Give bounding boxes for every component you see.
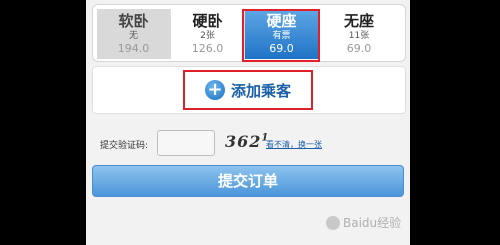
add-passenger-panel: + 添加乘客 bbox=[92, 66, 406, 114]
add-passenger-label: 添加乘客 bbox=[230, 81, 291, 100]
seat-tab-soft-sleeper[interactable]: 软卧 无 194.0 bbox=[97, 9, 171, 59]
seat-price: 69.0 bbox=[346, 42, 372, 55]
add-passenger-button[interactable]: + 添加乘客 bbox=[183, 70, 313, 110]
captcha-row: 提交验证码: 3621 看不清，换一张 bbox=[100, 128, 400, 158]
captcha-refresh-link[interactable]: 看不清，换一张 bbox=[266, 139, 322, 150]
seat-availability: 无 bbox=[128, 31, 138, 41]
seat-price: 126.0 bbox=[191, 42, 224, 55]
watermark: Baidu经验 bbox=[326, 214, 401, 231]
seat-name: 硬卧 bbox=[192, 12, 223, 30]
seat-tab-hard-sleeper[interactable]: 硬卧 2张 126.0 bbox=[171, 9, 245, 59]
seat-price: 194.0 bbox=[117, 42, 150, 55]
seat-availability: 11张 bbox=[348, 31, 370, 41]
selection-highlight-frame bbox=[242, 9, 320, 62]
seat-name: 软卧 bbox=[118, 12, 149, 30]
order-screen: 软卧 无 194.0 硬卧 2张 126.0 硬座 有票 69.0 无座 11张… bbox=[86, 0, 410, 245]
paw-icon bbox=[326, 215, 340, 230]
captcha-label: 提交验证码: bbox=[100, 141, 149, 151]
plus-icon: + bbox=[204, 80, 225, 100]
seat-tab-no-seat[interactable]: 无座 11张 69.0 bbox=[319, 9, 399, 59]
watermark-text: Baidu经验 bbox=[343, 216, 402, 230]
captcha-image-text: 362 bbox=[225, 132, 262, 151]
seat-name: 无座 bbox=[343, 12, 374, 30]
captcha-image: 3621 bbox=[225, 132, 268, 154]
seat-availability: 2张 bbox=[200, 31, 215, 41]
captcha-input[interactable] bbox=[157, 130, 215, 156]
submit-order-button[interactable]: 提交订单 bbox=[92, 165, 404, 197]
